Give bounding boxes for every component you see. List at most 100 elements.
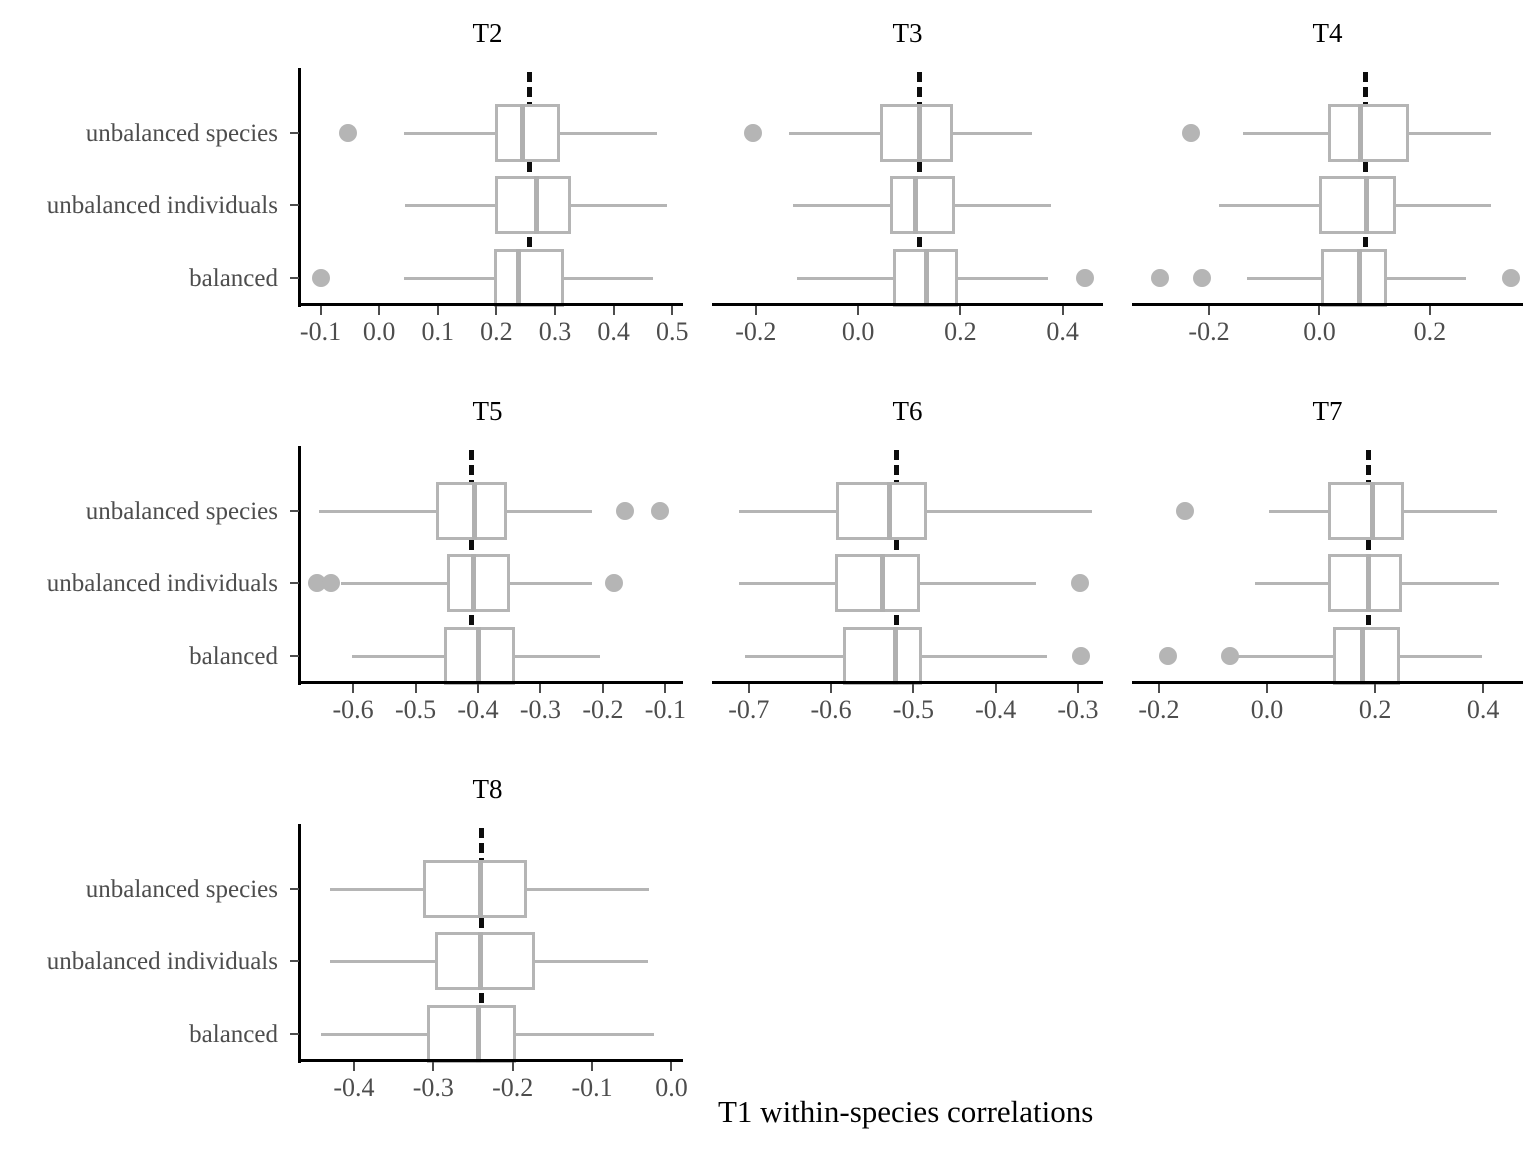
x-tick [495, 306, 498, 315]
median-line [520, 104, 526, 162]
y-tick-label-unbalanced-species: unbalanced species [85, 498, 278, 525]
x-tick [352, 684, 355, 693]
y-tick-label-unbalanced-species: unbalanced species [85, 876, 278, 903]
x-tick [612, 306, 615, 315]
x-tick [591, 1062, 594, 1071]
outlier-point [1151, 269, 1170, 287]
x-tick-label: 0.0 [655, 1073, 688, 1102]
x-tick [671, 306, 674, 315]
panel-t4: T4 -0.2 0.0 0.2 [1130, 20, 1525, 380]
x-tick [319, 306, 322, 315]
median-line [478, 860, 484, 918]
box [1327, 104, 1409, 162]
box [434, 932, 535, 990]
outlier-point [744, 124, 763, 142]
median-line [916, 104, 922, 162]
x-tick [553, 306, 556, 315]
box [446, 554, 511, 612]
x-tick-label: -0.1 [571, 1073, 613, 1102]
panel-title: T3 [892, 18, 923, 48]
panel-t7: T7 -0.2 0.0 0.2 0.4 [1130, 398, 1525, 758]
outlier-point [1193, 269, 1212, 287]
plot-area: -0.7 -0.6 -0.5 -0.4 -0.3 [710, 438, 1105, 723]
x-tick-label: -0.2 [1188, 317, 1230, 346]
x-tick-label: 0.2 [1358, 695, 1392, 724]
x-tick [857, 306, 860, 315]
panel-t3: T3 -0.2 0.0 0.2 0.4 [710, 20, 1105, 380]
median-line [1359, 627, 1365, 685]
plot-area: unbalanced species unbalanced individuals… [47, 816, 688, 1101]
x-tick [912, 684, 915, 693]
x-tick [1428, 306, 1431, 315]
panel-title: T5 [472, 396, 503, 426]
median-line [887, 482, 893, 540]
plot-area: unbalanced species unbalanced individuals… [47, 60, 688, 345]
outlier-point [1175, 502, 1194, 520]
box [494, 249, 565, 307]
median-line [892, 627, 898, 685]
panel-title: T2 [472, 18, 503, 48]
outlier-point [1181, 124, 1200, 142]
x-tick-label: -0.5 [892, 695, 934, 724]
median-line [1357, 249, 1363, 307]
x-tick-label: 0.0 [1303, 317, 1336, 346]
x-tick [994, 684, 997, 693]
y-tick-label-unbalanced-individuals: unbalanced individuals [46, 948, 278, 975]
x-tick [436, 306, 439, 315]
x-axis-line [1132, 681, 1523, 684]
median-line [516, 249, 522, 307]
y-tick [290, 132, 299, 134]
box [889, 176, 956, 234]
x-tick-label: -0.1 [644, 695, 686, 724]
x-tick-label: -0.2 [492, 1073, 534, 1102]
outlier-point [1075, 269, 1094, 287]
median-line [923, 249, 929, 307]
x-tick [511, 1062, 514, 1071]
panel-t2: T2 unbalanced species unbalanced individua… [47, 18, 689, 380]
boxplot-figure: T2 unbalanced species unbalanced individua… [0, 0, 1536, 1152]
x-axis-line [1132, 303, 1523, 306]
outlier-point [615, 502, 634, 520]
x-tick [432, 1062, 435, 1071]
median-line [472, 482, 478, 540]
x-tick-label: -0.3 [1057, 695, 1099, 724]
median-line [913, 176, 919, 234]
y-tick [290, 582, 299, 584]
median-line [533, 176, 539, 234]
box [427, 1005, 516, 1063]
box [836, 482, 928, 540]
x-tick-label: -0.2 [1138, 695, 1180, 724]
x-tick [1266, 684, 1268, 693]
x-tick [1157, 684, 1160, 693]
x-tick [352, 1062, 355, 1071]
panel-title: T8 [472, 774, 503, 804]
x-tick-label: 0.2 [1413, 317, 1447, 346]
x-tick [830, 684, 833, 693]
x-tick-label: 0.4 [1466, 695, 1500, 724]
x-tick-label: 0.5 [655, 317, 689, 346]
median-line [470, 554, 476, 612]
plot-area: -0.2 0.0 0.2 0.4 [710, 60, 1105, 345]
x-tick-label: 0.0 [1250, 695, 1284, 724]
panel-title: T6 [892, 396, 923, 426]
median-line [475, 627, 481, 685]
box [495, 104, 560, 162]
box [1332, 627, 1401, 685]
x-axis-line [298, 681, 683, 684]
x-tick [1318, 306, 1321, 315]
median-line [476, 1005, 482, 1063]
x-tick [664, 684, 667, 693]
x-tick [601, 684, 604, 693]
median-line [1370, 482, 1376, 540]
box [423, 860, 527, 918]
outlier-point [1502, 269, 1521, 287]
outlier-point [604, 574, 623, 592]
outlier-point [1070, 574, 1089, 592]
x-tick-label: -0.7 [728, 695, 770, 724]
x-tick [747, 684, 750, 693]
outlier-point [1072, 647, 1091, 665]
x-tick [1482, 684, 1485, 693]
x-axis-label: T1 within-species correlations [718, 1094, 1094, 1129]
y-axis-line [298, 824, 301, 1063]
median-line [879, 554, 885, 612]
